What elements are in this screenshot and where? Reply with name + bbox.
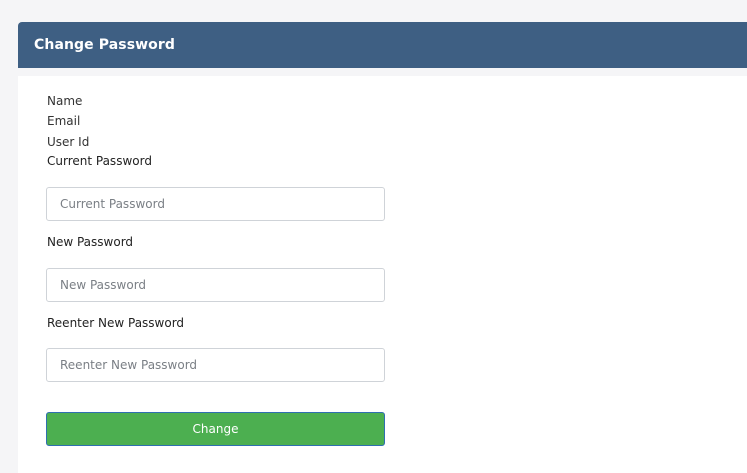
current-password-input[interactable] <box>46 187 385 221</box>
reenter-password-label: Reenter New Password <box>47 316 185 330</box>
panel-header: Change Password <box>18 22 747 68</box>
email-label: Email <box>47 114 81 128</box>
panel-title: Change Password <box>34 37 176 53</box>
panel-body: Name Email User Id Current Password New … <box>18 76 747 473</box>
new-password-label: New Password <box>47 235 134 249</box>
change-button[interactable]: Change <box>46 412 385 446</box>
change-password-panel: Change Password Name Email User Id Curre… <box>18 22 747 473</box>
user-id-label: User Id <box>47 135 90 149</box>
name-label: Name <box>47 94 83 108</box>
current-password-label: Current Password <box>47 154 152 168</box>
new-password-input[interactable] <box>46 268 385 302</box>
reenter-password-input[interactable] <box>46 348 385 382</box>
